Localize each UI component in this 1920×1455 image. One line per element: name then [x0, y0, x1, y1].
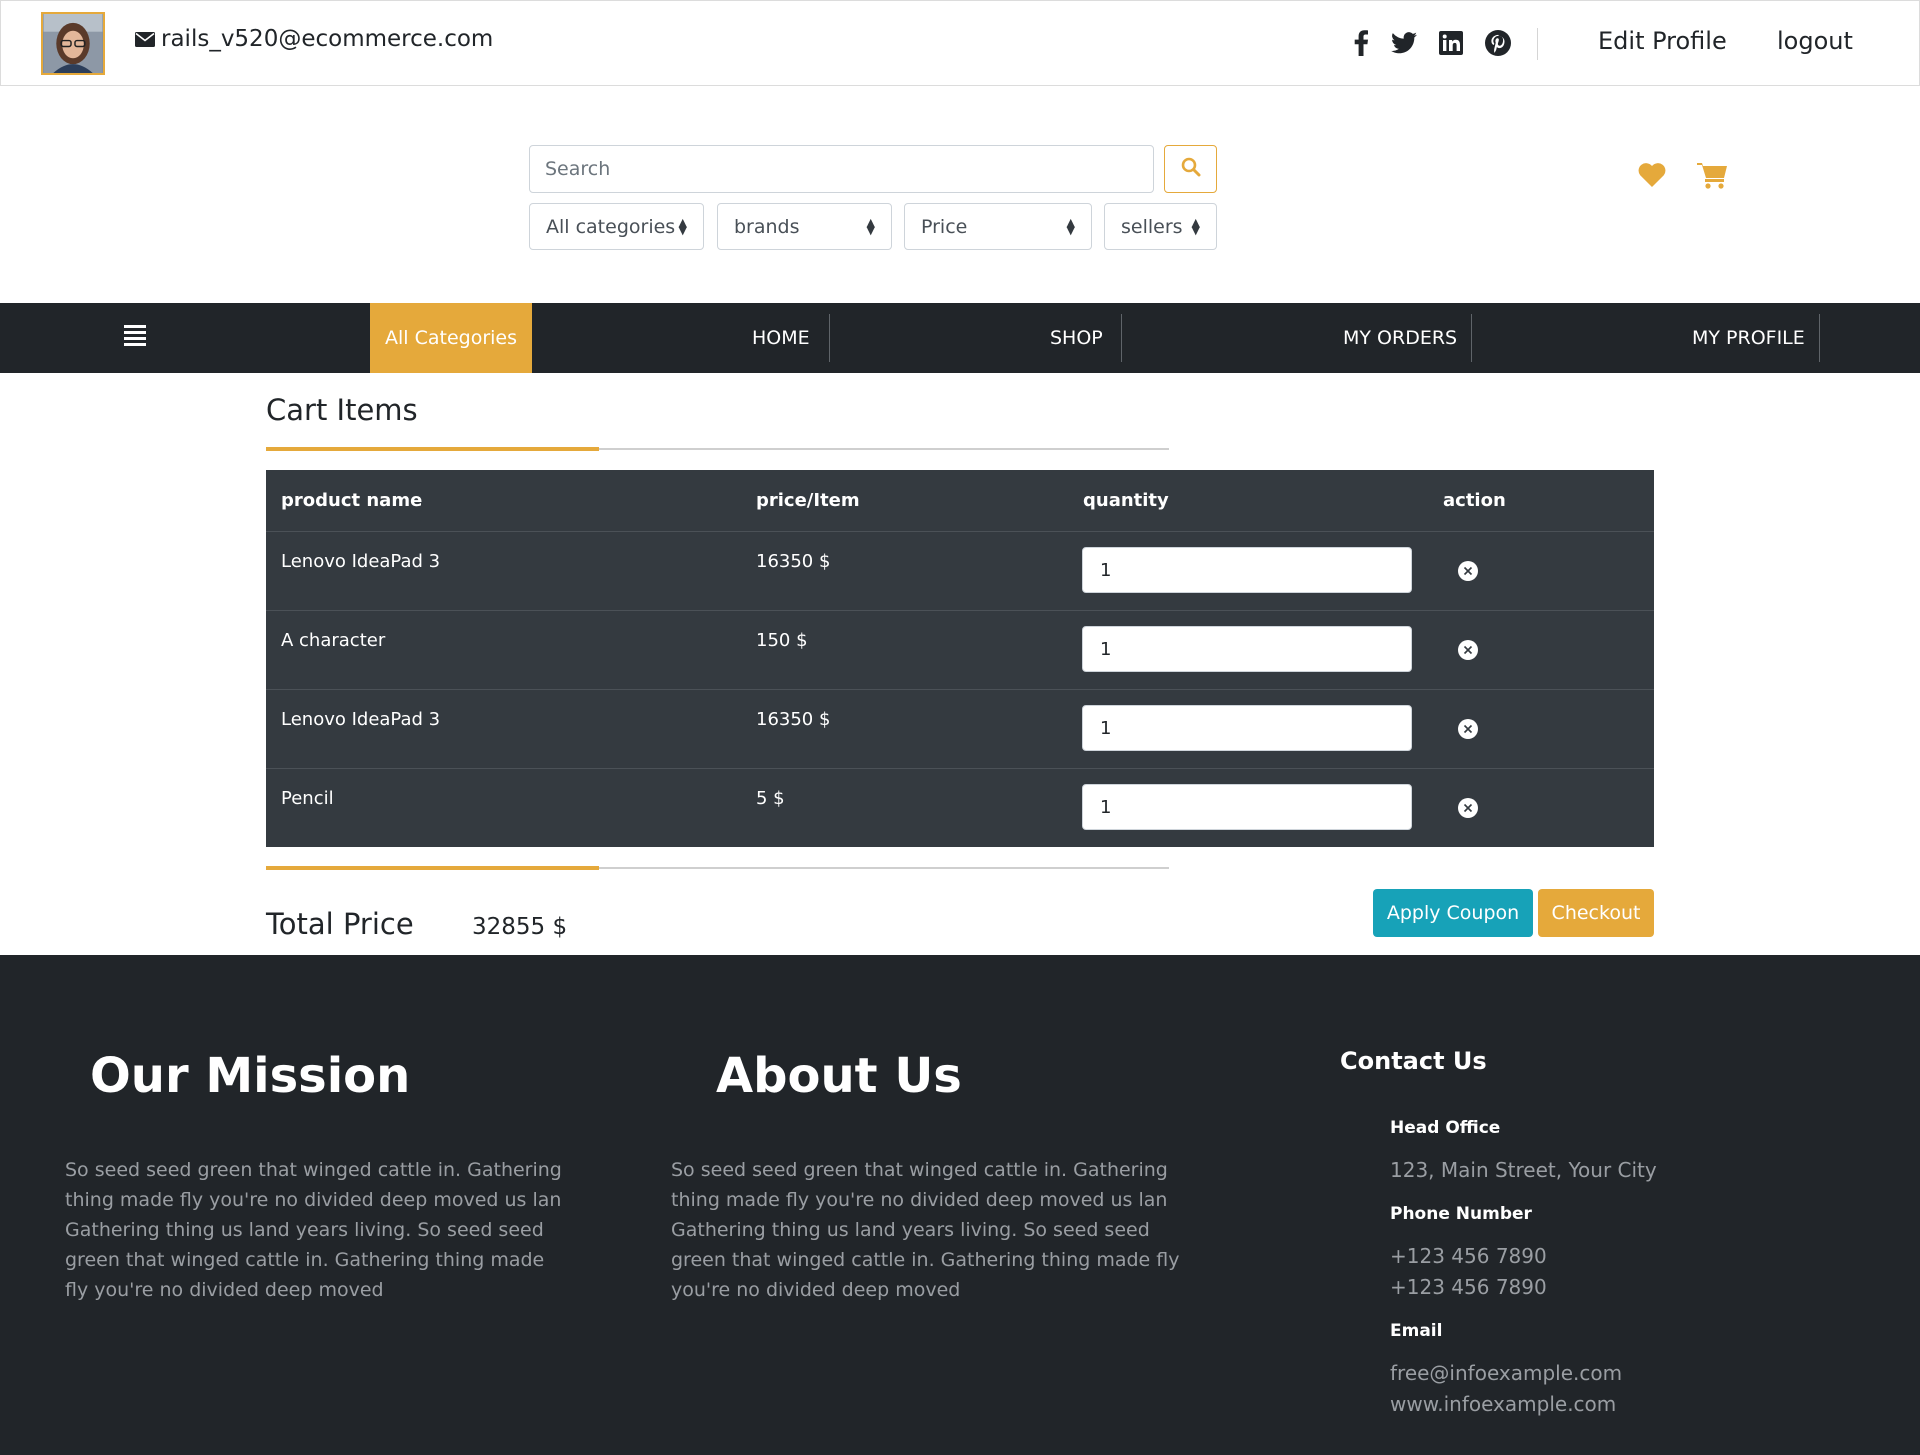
all-categories-button[interactable]: All Categories: [370, 303, 532, 373]
social-links: [1353, 23, 1511, 63]
select-caret-icon: ▲ ▼: [1191, 215, 1200, 237]
edit-profile-link[interactable]: Edit Profile: [1598, 27, 1727, 55]
product-price: 150 $: [756, 630, 808, 651]
title-divider-accent: [266, 447, 599, 451]
twitter-icon[interactable]: [1391, 32, 1417, 54]
about-text: So seed seed green that winged cattle in…: [671, 1159, 1180, 1301]
cart-table: product name price/Item quantity action …: [266, 470, 1654, 847]
table-row: A character 150 $: [266, 611, 1654, 690]
quantity-input[interactable]: [1082, 705, 1412, 751]
search-button[interactable]: [1164, 145, 1217, 193]
head-office-address: 123, Main Street, Your City: [1390, 1158, 1657, 1182]
price-select-value: Price: [921, 215, 968, 238]
select-caret-icon: ▲ ▼: [1066, 215, 1075, 237]
select-caret-icon: ▲ ▼: [678, 215, 687, 237]
contact-title: Contact Us: [1340, 1047, 1487, 1075]
top-bar: rails_v520@ecommerce.com Edit Profile lo…: [0, 0, 1920, 86]
phone-number: +123 456 7890: [1390, 1275, 1547, 1299]
cart-icon[interactable]: [1697, 161, 1729, 193]
product-name: A character: [281, 630, 386, 651]
contact-website[interactable]: www.infoexample.com: [1390, 1389, 1616, 1420]
logout-link[interactable]: logout: [1777, 27, 1853, 55]
quantity-input[interactable]: [1082, 626, 1412, 672]
search-icon: [1181, 157, 1201, 181]
phone-number: +123 456 7890: [1390, 1244, 1547, 1268]
seller-select[interactable]: sellers ▲ ▼: [1104, 203, 1217, 250]
nav-separator: [829, 314, 830, 362]
nav-separator: [1471, 314, 1472, 362]
table-header: product name price/Item quantity action: [266, 470, 1654, 532]
pinterest-icon[interactable]: [1485, 30, 1511, 56]
product-price: 16350 $: [756, 709, 831, 730]
total-divider-accent: [266, 866, 599, 870]
select-caret-icon: ▲ ▼: [866, 215, 875, 237]
header-divider: [1537, 28, 1538, 60]
nav-separator: [1819, 314, 1820, 362]
total-price-label: Total Price: [266, 907, 414, 941]
remove-item-icon[interactable]: [1457, 797, 1479, 824]
brand-select[interactable]: brands ▲ ▼: [717, 203, 892, 250]
product-name: Lenovo IdeaPad 3: [281, 551, 441, 572]
wishlist-heart-icon[interactable]: [1638, 163, 1666, 191]
hamburger-menu-icon[interactable]: [124, 324, 146, 350]
remove-item-icon[interactable]: [1457, 718, 1479, 745]
avatar[interactable]: [41, 12, 105, 75]
cart-title: Cart Items: [266, 393, 418, 427]
mission-title: Our Mission: [90, 1048, 411, 1104]
column-header-quantity: quantity: [1083, 490, 1169, 511]
quantity-input[interactable]: [1082, 784, 1412, 830]
mission-text: So seed seed green that winged cattle in…: [65, 1159, 562, 1301]
table-row: Pencil 5 $: [266, 769, 1654, 848]
table-row: Lenovo IdeaPad 3 16350 $: [266, 532, 1654, 611]
column-header-price: price/Item: [756, 490, 860, 511]
category-select[interactable]: All categories ▲ ▼: [529, 203, 704, 250]
column-header-product-name: product name: [281, 490, 423, 511]
user-email-text: rails_v520@ecommerce.com: [161, 26, 494, 52]
total-price-value: 32855 $: [472, 914, 568, 940]
price-select[interactable]: Price ▲ ▼: [904, 203, 1092, 250]
table-row: Lenovo IdeaPad 3 16350 $: [266, 690, 1654, 769]
apply-coupon-button[interactable]: Apply Coupon: [1373, 889, 1533, 937]
category-select-value: All categories: [546, 215, 676, 238]
remove-item-icon[interactable]: [1457, 639, 1479, 666]
about-title: About Us: [716, 1048, 962, 1104]
head-office-label: Head Office: [1390, 1118, 1501, 1138]
nav-item-home[interactable]: HOME: [752, 303, 810, 373]
product-price: 16350 $: [756, 551, 831, 572]
facebook-icon[interactable]: [1353, 30, 1369, 56]
email-label: Email: [1390, 1321, 1443, 1341]
column-header-action: action: [1443, 490, 1506, 511]
product-name: Pencil: [281, 788, 334, 809]
linkedin-icon[interactable]: [1439, 31, 1463, 55]
remove-item-icon[interactable]: [1457, 560, 1479, 587]
nav-item-shop[interactable]: SHOP: [1050, 303, 1103, 373]
brand-select-value: brands: [734, 215, 800, 238]
quantity-input[interactable]: [1082, 547, 1412, 593]
product-name: Lenovo IdeaPad 3: [281, 709, 441, 730]
search-input[interactable]: [529, 145, 1154, 193]
user-email: rails_v520@ecommerce.com: [135, 23, 493, 55]
avatar-image: [43, 14, 103, 73]
envelope-icon: [135, 31, 155, 47]
main-nav: All Categories HOME SHOP MY ORDERS MY PR…: [0, 303, 1920, 373]
seller-select-value: sellers: [1121, 215, 1183, 238]
footer: Our Mission So seed seed green that wing…: [0, 955, 1920, 1455]
checkout-button[interactable]: Checkout: [1538, 889, 1654, 937]
product-price: 5 $: [756, 788, 785, 809]
contact-email[interactable]: free@infoexample.com: [1390, 1358, 1622, 1389]
nav-item-my-profile[interactable]: MY PROFILE: [1692, 303, 1805, 373]
phone-label: Phone Number: [1390, 1204, 1532, 1224]
nav-item-my-orders[interactable]: MY ORDERS: [1343, 303, 1457, 373]
nav-separator: [1121, 314, 1122, 362]
